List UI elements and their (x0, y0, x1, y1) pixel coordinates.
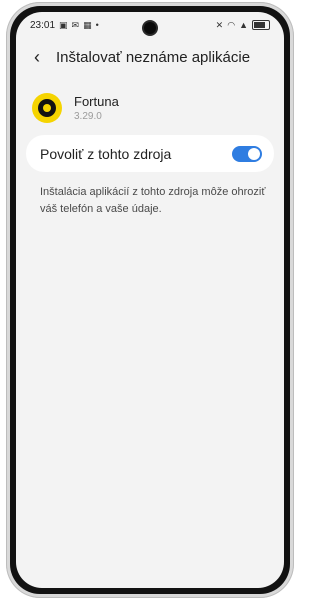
fortuna-logo-dot (43, 104, 51, 112)
image-icon: ▦ (83, 19, 92, 30)
status-time: 23:01 (30, 19, 56, 31)
page-title: Inštalovať neznáme aplikácie (56, 48, 251, 66)
status-right: ✕ ◠ ▲ (216, 20, 270, 30)
app-info: Fortuna 3.29.0 (32, 87, 268, 129)
dot-icon: • (95, 19, 99, 30)
security-description: Inštalácia aplikácií z tohto zdroja môže… (40, 186, 266, 215)
phone-bezel: 23:01 ▣ ✉ ▦ • ✕ ◠ ▲ ‹ Inštalovať neznáme… (10, 6, 290, 594)
mute-icon: ✕ (215, 19, 224, 30)
wifi-icon: ◠ (227, 19, 236, 30)
fortuna-logo-icon (32, 93, 62, 123)
front-camera (144, 22, 156, 34)
fortuna-logo-inner (38, 99, 56, 117)
toggle-knob (248, 147, 260, 160)
app-name: Fortuna (74, 94, 119, 109)
status-left: 23:01 ▣ ✉ ▦ • (30, 20, 99, 31)
allow-source-setting[interactable]: Povoliť z tohto zdroja (26, 135, 274, 172)
back-arrow-icon[interactable]: ‹ (28, 47, 46, 67)
signal-icon: ▲ (239, 19, 248, 30)
page-header: ‹ Inštalovať neznáme aplikácie (28, 44, 272, 70)
gallery-icon: ▣ (59, 19, 68, 30)
phone-screen: 23:01 ▣ ✉ ▦ • ✕ ◠ ▲ ‹ Inštalovať neznáme… (16, 12, 284, 588)
allow-source-toggle[interactable] (232, 145, 262, 162)
allow-source-label: Povoliť z tohto zdroja (40, 145, 172, 162)
app-version: 3.29.0 (74, 111, 102, 122)
battery-icon (252, 20, 270, 30)
app-meta: Fortuna 3.29.0 (74, 94, 119, 122)
mail-icon: ✉ (71, 19, 80, 30)
phone-frame: 23:01 ▣ ✉ ▦ • ✕ ◠ ▲ ‹ Inštalovať neznáme… (6, 2, 294, 598)
